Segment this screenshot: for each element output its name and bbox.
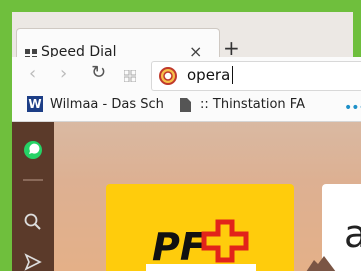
url-input[interactable]: opera [187, 66, 230, 84]
opera-search-icon [159, 67, 177, 85]
back-button[interactable]: ‹ [29, 63, 36, 84]
forward-button[interactable]: › [60, 63, 67, 84]
tile-a-logo: a [344, 212, 361, 256]
bookmark-thinstation[interactable]: :: Thinstation FA [200, 97, 322, 112]
pf-logo: PF [146, 219, 256, 271]
sidebar-divider [23, 179, 43, 181]
speed-dial-page: PF a [12, 122, 361, 271]
bookmark-wilmaa[interactable]: Wilmaa - Das Sch [50, 97, 168, 112]
window-frame-left [0, 0, 12, 271]
svg-text:PF: PF [152, 225, 206, 269]
window-frame-top [0, 0, 361, 12]
text-caret [232, 66, 233, 84]
document-icon [180, 97, 191, 116]
w-logo-icon: W [27, 96, 43, 112]
more-bookmarks-icon[interactable]: ••• [344, 100, 361, 116]
bookmarks-bar: W Wilmaa - Das Sch :: Thinstation FA ••• [12, 91, 361, 122]
reload-button[interactable]: ↻ [91, 62, 106, 83]
mountain-silhouette [306, 256, 336, 271]
toolbar: ‹ › ↻ opera [12, 57, 361, 92]
address-bar[interactable]: opera [151, 61, 361, 91]
tab-strip: Speed Dial × + [12, 12, 353, 65]
speed-dial-button[interactable] [123, 67, 137, 86]
sidebar [12, 122, 54, 271]
whatsapp-icon[interactable] [23, 140, 43, 160]
send-icon[interactable] [23, 252, 43, 271]
search-icon[interactable] [23, 212, 43, 232]
speed-dial-tile-pf[interactable]: PF [106, 184, 294, 271]
